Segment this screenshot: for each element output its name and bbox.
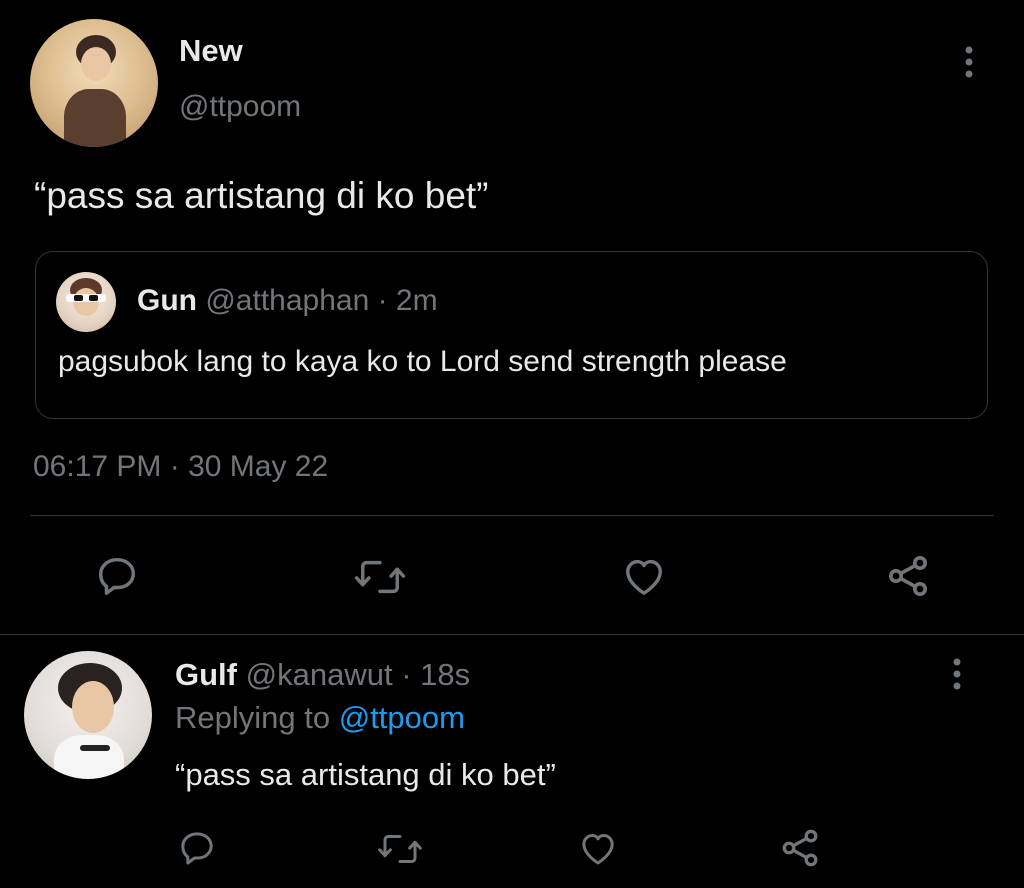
reply-more-options-icon[interactable] [946,656,968,694]
reply-time: · 18s [401,657,471,692]
retweet-icon[interactable] [353,554,407,600]
tweet-timestamp[interactable]: 06:17 PM · 30 May 22 [33,450,328,484]
reply-like-icon[interactable] [578,828,618,868]
reply-reply-icon[interactable] [177,828,217,868]
author-avatar[interactable] [30,19,158,147]
author-handle[interactable]: @ttpoom [179,90,301,124]
replying-to-link[interactable]: @ttpoom [339,700,465,735]
reply-text: “pass sa artistang di ko bet” [175,757,556,792]
share-icon[interactable] [884,552,932,600]
more-options-icon[interactable] [958,44,980,82]
quoted-author-name: Gun [137,284,197,317]
reply-share-icon[interactable] [778,826,822,870]
like-icon[interactable] [621,554,667,598]
divider [0,634,1024,635]
replying-to-label: Replying to [175,700,331,735]
reply-icon[interactable] [94,553,140,599]
quoted-tweet-text: pagsubok lang to kaya ko to Lord send st… [58,345,787,378]
reply-author-handle[interactable]: @kanawut [246,657,393,692]
tweet-text: “pass sa artistang di ko bet” [34,175,489,216]
author-name[interactable]: New [179,33,243,69]
divider [30,515,994,516]
reply-author-name[interactable]: Gulf [175,657,237,692]
quoted-author-avatar [56,272,116,332]
reply-retweet-icon[interactable] [376,829,424,869]
quoted-author-handle: @atthaphan [205,284,370,317]
quoted-time: · 2m [377,284,438,317]
quoted-tweet-card[interactable]: Gun @atthaphan · 2m pagsubok lang to kay… [35,251,988,419]
reply-author-avatar[interactable] [24,651,152,779]
